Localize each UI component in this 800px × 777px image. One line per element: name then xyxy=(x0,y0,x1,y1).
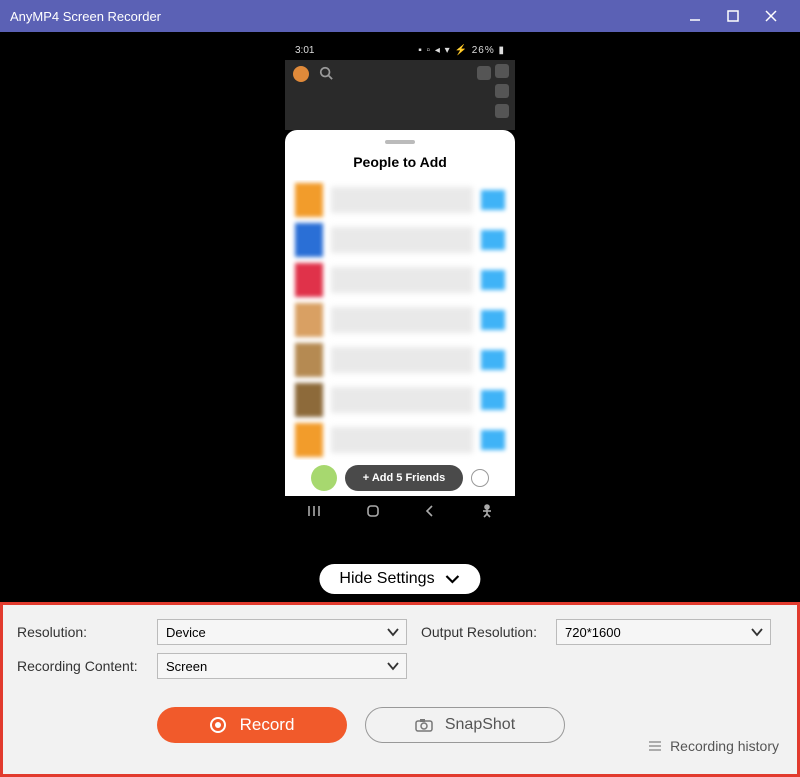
resolution-select[interactable]: Device xyxy=(157,619,407,645)
contact-avatar-icon xyxy=(295,263,323,297)
list-item[interactable] xyxy=(295,220,505,260)
output-resolution-select[interactable]: 720*1600 xyxy=(556,619,771,645)
list-item[interactable] xyxy=(295,300,505,340)
phone-frame: 3:01 ▪ ▫ ◂ ▾ ⚡ 26% ▮ People to Add + Add… xyxy=(285,40,515,528)
add-contact-button[interactable] xyxy=(481,390,505,410)
close-icon xyxy=(763,8,779,24)
chevron-down-icon xyxy=(386,661,400,671)
contact-avatar-icon xyxy=(295,223,323,257)
contact-name-blur xyxy=(331,347,473,373)
add-person-icon xyxy=(477,66,491,80)
contact-avatar-icon xyxy=(295,183,323,217)
contact-name-blur xyxy=(331,307,473,333)
add-contact-button[interactable] xyxy=(481,430,505,450)
recording-history-link[interactable]: Recording history xyxy=(648,738,779,754)
maximize-button[interactable] xyxy=(714,0,752,32)
home-icon[interactable] xyxy=(365,504,381,521)
output-resolution-label: Output Resolution: xyxy=(421,624,546,640)
accessibility-icon[interactable] xyxy=(480,504,494,521)
add-contact-button[interactable] xyxy=(481,190,505,210)
snapshot-label: SnapShot xyxy=(445,716,515,734)
maximize-icon xyxy=(726,9,740,23)
hide-settings-button[interactable]: Hide Settings xyxy=(319,564,480,594)
device-preview: 3:01 ▪ ▫ ◂ ▾ ⚡ 26% ▮ People to Add + Add… xyxy=(0,32,800,602)
chevron-down-icon xyxy=(445,573,461,585)
status-time: 3:01 xyxy=(295,45,418,56)
sheet-footer: + Add 5 Friends xyxy=(285,460,515,496)
status-indicators: ▪ ▫ ◂ ▾ ⚡ 26% ▮ xyxy=(418,45,505,56)
contact-name-blur xyxy=(331,227,473,253)
close-button[interactable] xyxy=(752,0,790,32)
list-item[interactable] xyxy=(295,340,505,380)
contact-name-blur xyxy=(331,427,473,453)
chevron-down-icon xyxy=(750,627,764,637)
settings-row-recording-content: Recording Content: Screen xyxy=(17,649,783,683)
record-icon xyxy=(210,717,226,733)
back-icon[interactable] xyxy=(423,504,437,521)
record-button[interactable]: Record xyxy=(157,707,347,743)
title-bar: AnyMP4 Screen Recorder xyxy=(0,0,800,32)
contact-avatar-icon xyxy=(295,383,323,417)
contact-avatar-icon xyxy=(295,423,323,457)
drag-handle-icon[interactable] xyxy=(385,140,415,144)
snapshot-button[interactable]: SnapShot xyxy=(365,707,565,743)
phone-nav-bar xyxy=(285,496,515,528)
phone-status-bar: 3:01 ▪ ▫ ◂ ▾ ⚡ 26% ▮ xyxy=(285,40,515,60)
contact-list[interactable] xyxy=(285,180,515,460)
recording-content-value: Screen xyxy=(166,659,207,674)
record-label: Record xyxy=(240,715,295,735)
profile-icon xyxy=(293,66,309,82)
list-item[interactable] xyxy=(295,420,505,460)
add-friends-button[interactable]: + Add 5 Friends xyxy=(345,465,463,491)
hide-settings-label: Hide Settings xyxy=(339,570,434,588)
minimize-button[interactable] xyxy=(676,0,714,32)
add-contact-button[interactable] xyxy=(481,310,505,330)
camera-icon xyxy=(415,718,433,732)
output-resolution-value: 720*1600 xyxy=(565,625,621,640)
add-contact-button[interactable] xyxy=(481,230,505,250)
resolution-value: Device xyxy=(166,625,206,640)
search-icon xyxy=(319,66,333,83)
camera-tools xyxy=(495,64,509,118)
phone-app-header xyxy=(285,60,515,130)
add-contact-button[interactable] xyxy=(481,350,505,370)
contact-name-blur xyxy=(331,187,473,213)
user-avatar-icon xyxy=(311,465,337,491)
recording-content-label: Recording Content: xyxy=(17,658,147,674)
history-label: Recording history xyxy=(670,738,779,754)
list-item[interactable] xyxy=(295,260,505,300)
minimize-icon xyxy=(688,9,702,23)
settings-panel: Resolution: Device Output Resolution: 72… xyxy=(0,602,800,777)
list-item[interactable] xyxy=(295,380,505,420)
recents-icon[interactable] xyxy=(306,504,322,521)
contact-avatar-icon xyxy=(295,343,323,377)
recording-content-select[interactable]: Screen xyxy=(157,653,407,679)
window-title: AnyMP4 Screen Recorder xyxy=(10,9,676,24)
list-icon xyxy=(648,740,662,752)
add-contact-button[interactable] xyxy=(481,270,505,290)
chevron-down-icon xyxy=(386,627,400,637)
resolution-label: Resolution: xyxy=(17,624,147,640)
radio-icon xyxy=(471,469,489,487)
sheet-title: People to Add xyxy=(285,154,515,170)
bottom-sheet: People to Add + Add 5 Friends xyxy=(285,130,515,496)
contact-name-blur xyxy=(331,387,473,413)
list-item[interactable] xyxy=(295,180,505,220)
contact-name-blur xyxy=(331,267,473,293)
contact-avatar-icon xyxy=(295,303,323,337)
settings-row-resolution: Resolution: Device Output Resolution: 72… xyxy=(17,615,783,649)
